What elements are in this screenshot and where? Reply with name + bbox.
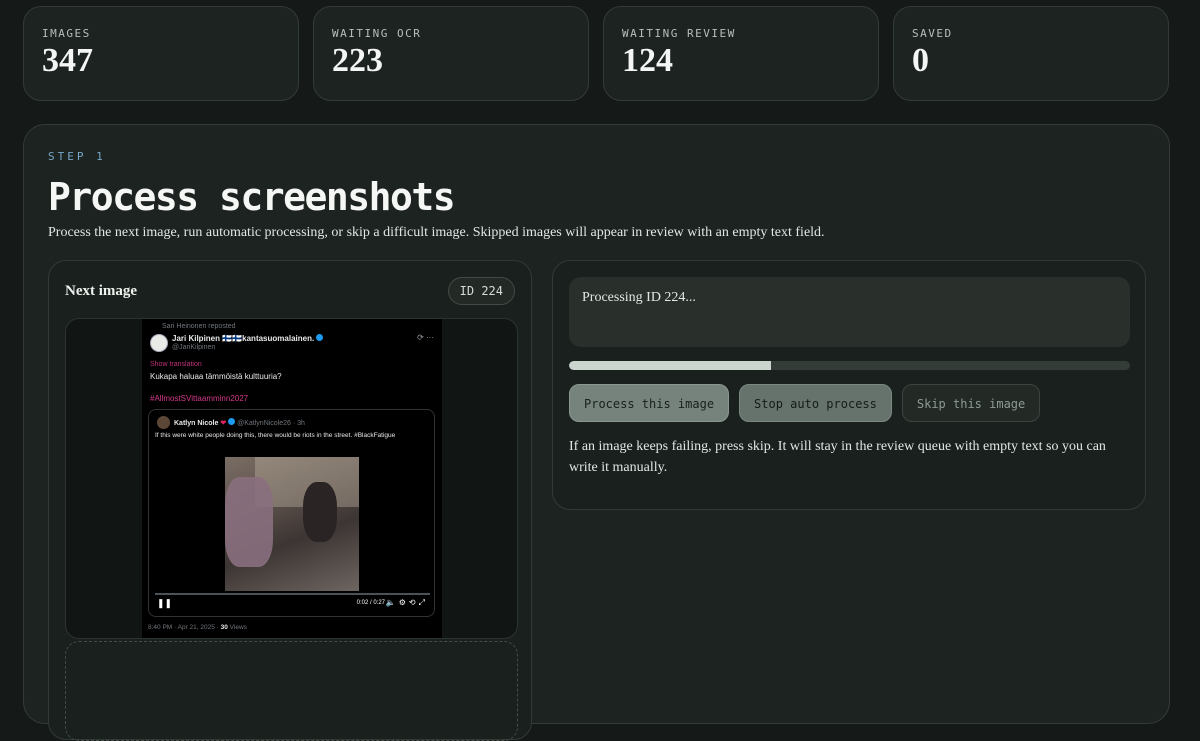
quoted-author-name: Katlyn Nicole [174, 420, 219, 427]
pause-icon: ❚❚ [157, 598, 173, 608]
tweet-author-name: Jari Kilpinen 🇫🇮🇫🇮kantasuomalainen. [172, 334, 315, 343]
process-image-button[interactable]: Process this image [569, 384, 730, 422]
stat-card-images: IMAGES 347 [23, 6, 299, 101]
quoted-handle: @KatlynNicole26 · 3h [237, 420, 305, 427]
progress-bar [569, 361, 1130, 370]
stat-label: IMAGES [42, 27, 91, 40]
processing-status: Processing ID 224... [569, 277, 1130, 347]
stat-card-waiting-ocr: WAITING OCR 223 [313, 6, 589, 101]
quoted-author: Katlyn Nicole ❤ @KatlynNicole26 · 3h [174, 418, 305, 427]
stat-card-saved: SAVED 0 [893, 6, 1169, 101]
more-icon: ⟳ ··· [417, 333, 434, 342]
tweet-meta: 8:40 PM · Apr 21, 2025 · 30 Views [148, 624, 247, 631]
processing-panel: Processing ID 224... Process this image … [552, 260, 1146, 510]
stat-value: 0 [912, 42, 929, 79]
tweet-author: Jari Kilpinen 🇫🇮🇫🇮kantasuomalainen. [172, 334, 324, 343]
tweet-timestamp: 8:40 PM · Apr 21, 2025 · [148, 624, 221, 631]
quoted-tweet: Katlyn Nicole ❤ @KatlynNicole26 · 3h If … [148, 409, 435, 617]
stat-value: 223 [332, 42, 383, 79]
avatar [157, 416, 170, 429]
tweet-screenshot: Sari Heinonen reposted Jari Kilpinen 🇫🇮🇫… [142, 319, 442, 638]
video-control-icons: 🔈⚙⟲⤢ [385, 598, 428, 607]
video-time: 0:02 / 0:27 [356, 600, 385, 606]
stats-row: IMAGES 347 WAITING OCR 223 WAITING REVIE… [23, 6, 1169, 101]
avatar [150, 334, 168, 352]
video-progress [155, 593, 430, 595]
video-frame-part [225, 477, 273, 567]
stat-card-waiting-review: WAITING REVIEW 124 [603, 6, 879, 101]
tweet-translate: Show translation [150, 361, 202, 368]
page-subtitle: Process the next image, run automatic pr… [48, 225, 825, 240]
stat-value: 124 [622, 42, 673, 79]
action-buttons: Process this image Stop auto process Ski… [569, 384, 1041, 422]
video-frame [225, 457, 359, 591]
process-screenshots-card: STEP 1 Process screenshots Process the n… [23, 124, 1170, 741]
video-frame-part [303, 482, 337, 542]
progress-fill [569, 361, 771, 370]
heart-icon: ❤ [220, 420, 227, 427]
next-image-panel: Next image ID 224 Sari Heinonen reposted… [48, 260, 532, 741]
text-drop-zone [65, 641, 518, 741]
tweet-repost-line: Sari Heinonen reposted [162, 323, 236, 330]
quoted-text: If this were white people doing this, th… [155, 432, 396, 439]
stat-value: 347 [42, 42, 93, 79]
screenshot-preview: Sari Heinonen reposted Jari Kilpinen 🇫🇮🇫… [65, 318, 518, 639]
page-title: Process screenshots [48, 175, 456, 219]
skip-image-button[interactable]: Skip this image [901, 384, 1041, 422]
tweet-text: Kukapa haluaa tämmöistä kulttuuria? [150, 372, 282, 381]
stat-label: SAVED [912, 27, 953, 40]
step-label: STEP 1 [48, 150, 106, 163]
stop-auto-process-button[interactable]: Stop auto process [739, 384, 892, 422]
tweet-handle: @JariKilpinen [172, 344, 216, 351]
verified-icon [316, 334, 324, 341]
help-text: If an image keeps failing, press skip. I… [569, 439, 1106, 475]
tweet-hashtag: #AllmostSVittaamminn2027 [150, 394, 249, 403]
tweet-views-count: 30 [220, 624, 228, 631]
stat-label: WAITING REVIEW [622, 27, 736, 40]
verified-icon [228, 418, 236, 425]
tweet-views-label: Views [227, 624, 247, 631]
video-controls: ❚❚ 0:02 / 0:27 🔈⚙⟲⤢ [155, 593, 430, 612]
next-image-title: Next image [65, 283, 138, 299]
stat-label: WAITING OCR [332, 27, 422, 40]
image-id-badge: ID 224 [447, 277, 515, 305]
